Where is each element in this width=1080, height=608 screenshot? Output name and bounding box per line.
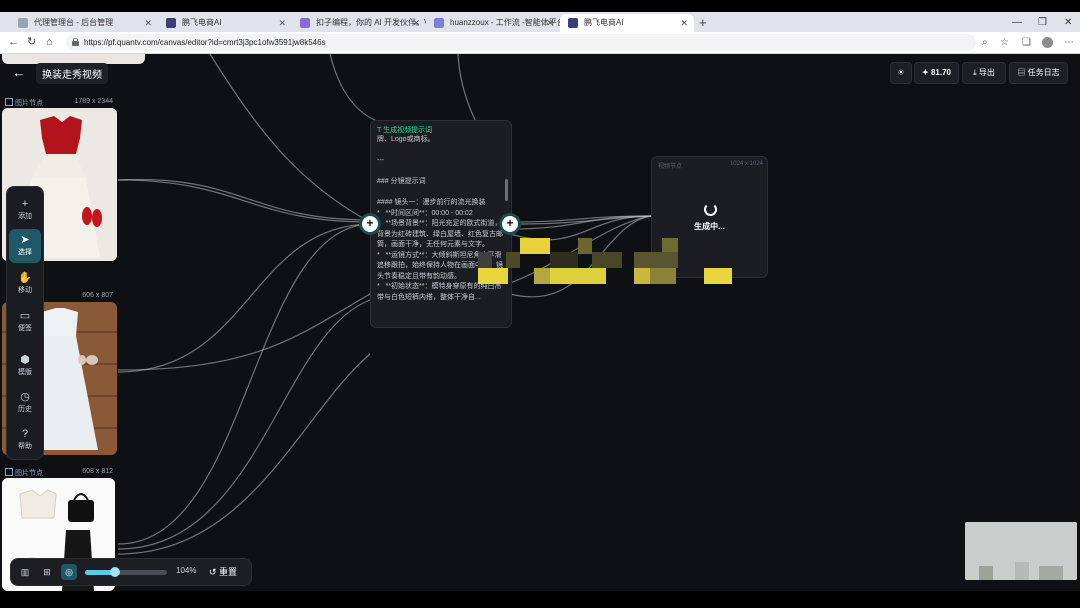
map-icon[interactable]: ▥ [17,564,33,580]
reset-button[interactable]: ↺ 重置 [209,565,237,578]
connection-wires [117,54,652,555]
tool-select[interactable]: ➤ 选择 [9,229,41,263]
site-favicon-icon [166,18,176,28]
tool-note[interactable]: ▭ 便签 [9,305,41,339]
collections-icon[interactable]: ❏ [1022,34,1031,51]
image-icon [5,468,13,476]
task-log-button[interactable]: ▤ 任务日志 [1009,62,1068,84]
close-icon[interactable]: ✕ [680,14,688,32]
address-bar-row: ← ↻ ⌂ https://pf.quantv.com/canvas/edito… [0,32,1080,54]
note-icon: ▭ [19,310,31,322]
image-node-header: 图片节点 608 x 812 [5,468,113,478]
hand-icon: ✋ [18,272,32,284]
help-icon: ? [21,428,29,440]
tool-add[interactable]: + 添加 [9,193,41,227]
browser-tab-active[interactable]: 鹏飞电商AI ✕ [560,14,694,32]
zoom-slider-handle[interactable] [110,567,120,577]
generation-status: 生成中... [694,222,725,231]
browser-tab[interactable]: huanzzoux - 工作流 -智能体平台 ✕ [426,14,560,32]
sun-icon: ☀ [897,68,905,77]
left-toolbar: + 添加 ➤ 选择 ✋ 移动 ▭ 便签 ⬢ 模版 ◷ 历史 ? 帮助 [6,186,44,460]
minimap-thumbnail [965,522,1077,580]
home-icon[interactable]: ⌂ [46,34,53,51]
back-icon[interactable]: ← [8,63,30,83]
tool-help[interactable]: ? 帮助 [9,423,41,457]
avatar[interactable] [1042,34,1053,51]
zoom-level: 104% [176,566,197,575]
generation-node-header: 视频节点 1024 x 1024 [658,161,763,170]
canvas-header: ← 换装走秀视频 [8,62,108,84]
browser-tab-strip: 代理管理台 - 后台管理 ✕ 鹏飞电商AI ✕ 扣子编程，你的 AI 开发伙伴。… [0,12,1080,32]
site-favicon-icon [434,18,444,28]
pixelated-mosaic-overlay [478,238,732,284]
close-icon[interactable]: ✕ [278,14,286,32]
zoom-icon[interactable]: ⌕ [982,34,988,51]
reset-icon: ↺ [209,567,220,577]
tool-move[interactable]: ✋ 移动 [9,267,41,301]
theme-toggle-button[interactable]: ☀ [890,62,912,84]
loading-spinner-icon [704,203,717,216]
prompt-scrollbar[interactable] [505,179,508,201]
clock-icon: ◷ [20,391,30,403]
project-title[interactable]: 换装走秀视频 [36,62,108,84]
output-port-plus[interactable]: + [502,216,518,232]
browser-tab[interactable]: 鹏飞电商AI ✕ [158,14,292,32]
screen-top-border [0,0,1080,12]
bottom-controls: ▥ ⊞ ◎ 104% ↺ 重置 [10,558,252,586]
cursor-icon: ➤ [20,234,30,246]
cube-icon: ⬢ [20,354,30,366]
plus-icon: + [21,198,29,210]
credits-button[interactable]: ✦ 81.70 [914,62,959,84]
site-favicon-icon [568,18,578,28]
tool-history[interactable]: ◷ 历史 [9,386,41,420]
sparkle-icon: ✦ [922,68,931,77]
grid-icon[interactable]: ⊞ [39,564,55,580]
close-icon[interactable]: ✕ [546,14,554,32]
export-button[interactable]: ⤓ 导出 [962,62,1006,84]
list-icon: ▤ [1017,68,1028,77]
reload-icon[interactable]: ↻ [27,34,36,51]
site-favicon-icon [300,18,310,28]
more-icon[interactable]: ⋯ [1064,34,1074,51]
prompt-text-node[interactable]: T 生成视频提示词 牌、Logo或商标。 --- ### 分镜提示词 #### … [370,120,512,328]
minimize-icon[interactable]: — [1012,14,1022,32]
close-icon[interactable]: ✕ [412,14,420,32]
browser-tab[interactable]: 代理管理台 - 后台管理 ✕ [10,14,158,32]
browser-tab[interactable]: 扣子编程，你的 AI 开发伙伴。V ✕ [292,14,426,32]
close-icon[interactable]: ✕ [144,14,152,32]
restore-icon[interactable]: ❐ [1038,14,1047,32]
tool-template[interactable]: ⬢ 模版 [9,349,41,383]
workflow-canvas[interactable]: ← 换装走秀视频 图片节点 1789 x 2344 606 x 807 图片节点… [0,54,1080,591]
screen-bottom-border [0,591,1080,608]
site-info-icon[interactable] [72,38,79,46]
close-window-icon[interactable]: ✕ [1064,14,1072,32]
image-icon [5,98,13,106]
new-tab-icon[interactable]: + [699,14,707,32]
image-node-header: 图片节点 1789 x 2344 [5,98,113,108]
star-icon[interactable]: ☆ [1000,34,1009,51]
url-field[interactable]: https://pf.quantv.com/canvas/editor?id=c… [66,34,976,51]
input-port-plus[interactable]: + [362,216,378,232]
globe-icon [18,18,28,28]
minimap[interactable] [965,522,1077,580]
zoom-slider[interactable] [85,567,167,577]
prompt-node-title: T 生成视频提示词 [377,127,433,134]
back-icon[interactable]: ← [8,34,19,51]
fingerprint-icon[interactable]: ◎ [61,564,77,580]
